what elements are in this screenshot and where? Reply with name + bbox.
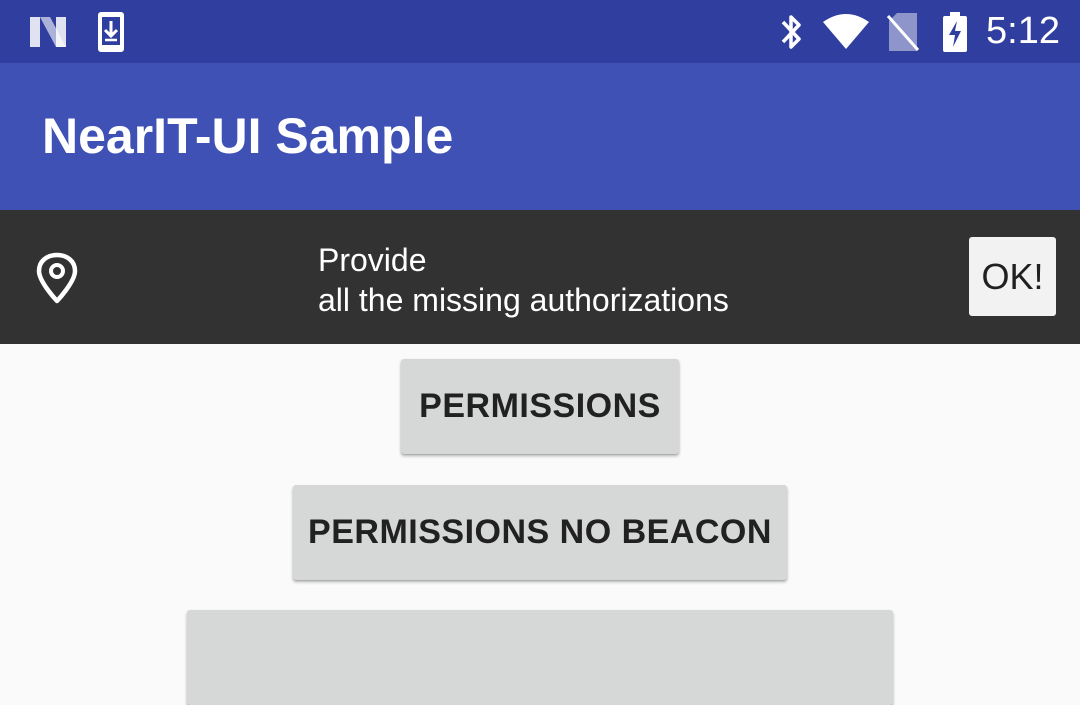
n-logo-icon bbox=[26, 10, 70, 54]
status-bar: 5:12 bbox=[0, 0, 1080, 63]
app-bar: NearIT-UI Sample bbox=[0, 63, 1080, 210]
bluetooth-icon bbox=[776, 10, 808, 54]
main-content: PERMISSIONS PERMISSIONS NO BEACON bbox=[0, 344, 1080, 705]
permissions-no-beacon-button[interactable]: PERMISSIONS NO BEACON bbox=[293, 485, 787, 580]
permissions-button[interactable]: PERMISSIONS bbox=[401, 359, 679, 454]
banner-message-line2: all the missing authorizations bbox=[318, 282, 729, 318]
battery-charging-icon bbox=[941, 10, 969, 54]
app-title: NearIT-UI Sample bbox=[42, 108, 454, 164]
ok-button[interactable]: OK! bbox=[969, 237, 1056, 316]
third-button[interactable] bbox=[187, 610, 893, 705]
no-sim-icon bbox=[886, 10, 920, 54]
permission-banner: Provide all the missing authorizations O… bbox=[0, 210, 1080, 344]
wifi-icon bbox=[822, 10, 870, 54]
download-icon bbox=[96, 10, 126, 54]
location-pin-icon bbox=[34, 252, 80, 304]
banner-message-line1: Provide bbox=[318, 242, 427, 278]
clock: 5:12 bbox=[986, 10, 1060, 52]
banner-message: Provide all the missing authorizations bbox=[318, 240, 729, 320]
